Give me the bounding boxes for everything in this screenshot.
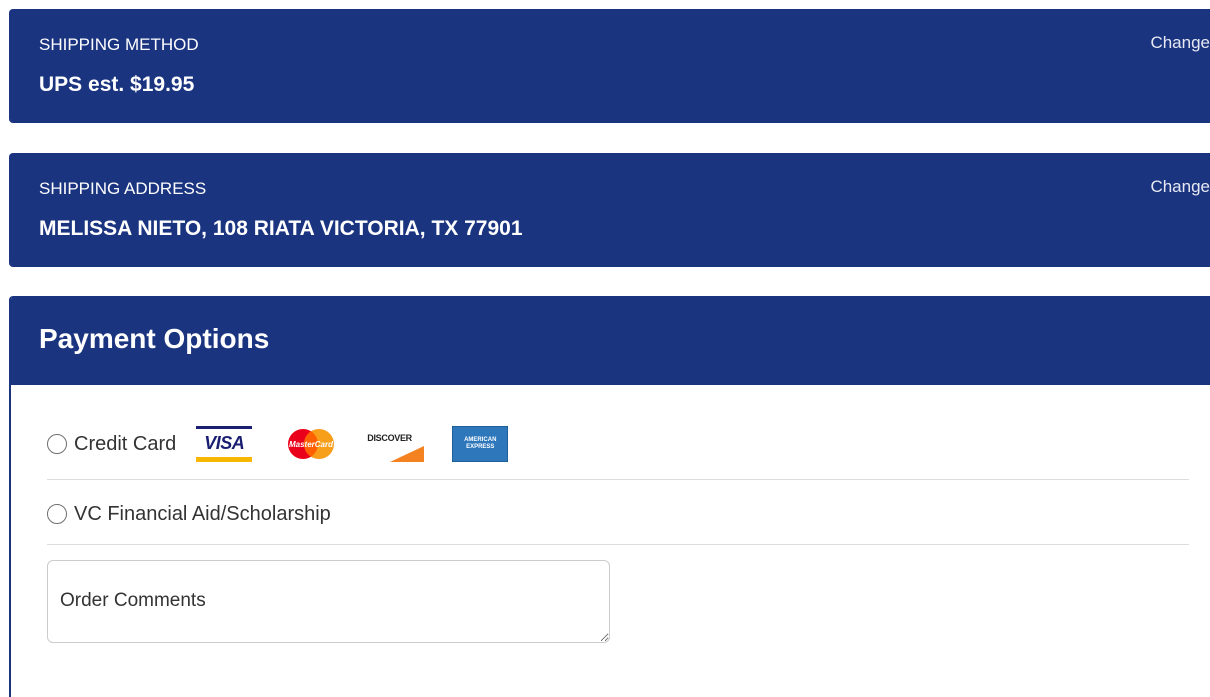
mastercard-logo-graphic: MasterCard	[288, 429, 334, 459]
credit-card-label[interactable]: Credit Card	[74, 433, 176, 456]
shipping-method-label: SHIPPING METHOD	[39, 35, 199, 54]
change-shipping-address-link[interactable]: Change	[1150, 177, 1210, 197]
credit-card-radio[interactable]	[47, 434, 67, 454]
mastercard-logo-icon: MasterCard	[282, 426, 340, 462]
shipping-address-panel: SHIPPING ADDRESS MELISSA NIETO, 108 RIAT…	[9, 153, 1210, 267]
checkout-page: SHIPPING METHOD UPS est. $19.95 Change S…	[0, 0, 1210, 697]
option-divider	[47, 544, 1189, 545]
visa-logo-icon: VISA	[196, 426, 253, 462]
amex-logo-icon: AMERICAN EXPRESS	[452, 426, 509, 462]
amex-logo-line2: EXPRESS	[466, 444, 495, 450]
shipping-address-label: SHIPPING ADDRESS	[39, 179, 207, 198]
option-divider	[47, 479, 1189, 480]
discover-logo-text: DISCOVER	[367, 433, 412, 443]
discover-logo-icon: DISCOVER	[366, 426, 425, 462]
credit-card-option[interactable]: Credit Card VISA MasterCard DISCOVER AME…	[47, 426, 1189, 462]
change-shipping-method-link[interactable]: Change	[1150, 33, 1210, 53]
discover-logo-label: DISCOVER	[367, 433, 412, 443]
order-comments-textarea[interactable]	[47, 560, 610, 643]
payment-options-title: Payment Options	[39, 323, 270, 354]
financial-aid-radio[interactable]	[47, 504, 67, 524]
shipping-method-panel: SHIPPING METHOD UPS est. $19.95 Change	[9, 9, 1210, 123]
visa-logo-text: VISA	[204, 432, 245, 453]
payment-options-panel: Payment Options Credit Card VISA MasterC…	[9, 296, 1210, 697]
mastercard-logo-text: MasterCard	[289, 440, 334, 449]
financial-aid-label[interactable]: VC Financial Aid/Scholarship	[74, 503, 331, 526]
shipping-address-value: MELISSA NIETO, 108 RIATA VICTORIA, TX 77…	[39, 217, 523, 240]
amex-logo-line1: AMERICAN	[464, 437, 497, 443]
card-logos: VISA MasterCard DISCOVER AMERICAN EXPRES…	[196, 426, 509, 462]
financial-aid-option[interactable]: VC Financial Aid/Scholarship	[47, 499, 1189, 529]
discover-swoosh-graphic	[390, 446, 425, 462]
shipping-method-value: UPS est. $19.95	[39, 73, 195, 96]
payment-options-header: Payment Options	[11, 296, 1210, 385]
